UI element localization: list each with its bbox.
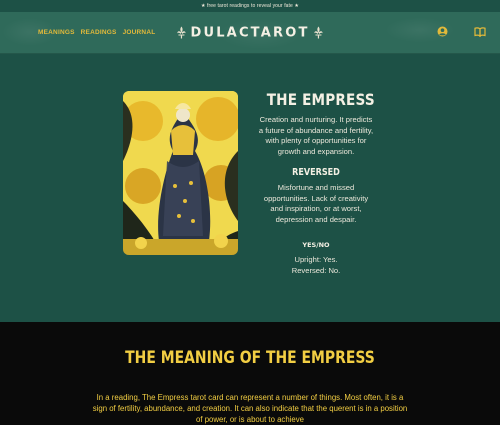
yes-no-heading: YES/NO	[302, 241, 330, 249]
reversed-description: Misfortune and missed opportunities. Lac…	[263, 183, 369, 224]
nav-links: MEANINGS READINGS JOURNAL	[38, 29, 155, 36]
promo-banner: ★ free tarot readings to reveal your fat…	[0, 0, 500, 12]
nav-icons	[437, 24, 486, 42]
top-navigation: MEANINGS READINGS JOURNAL DULACTAROT	[0, 12, 500, 54]
upright-description: Creation and nurturing. It predicts a fu…	[258, 115, 374, 156]
brand-name: DULACTAROT	[190, 25, 310, 40]
card-info: THE EMPRESS Creation and nurturing. It p…	[258, 90, 375, 276]
upright-answer: Upright: Yes.	[294, 255, 338, 264]
fleur-de-lis-icon	[314, 26, 323, 39]
account-icon[interactable]	[437, 24, 448, 42]
nav-link-readings[interactable]: READINGS	[81, 29, 117, 36]
reversed-heading: REVERSED	[292, 167, 340, 178]
meaning-text: In a reading, The Empress tarot card can…	[92, 393, 408, 424]
card-section: THE EMPRESS Creation and nurturing. It p…	[0, 54, 500, 334]
meaning-title: THE MEANING OF THE EMPRESS	[125, 348, 375, 368]
tarot-card-image	[123, 91, 238, 255]
book-icon[interactable]	[474, 24, 486, 42]
nav-link-journal[interactable]: JOURNAL	[123, 29, 156, 36]
meaning-section: THE MEANING OF THE EMPRESS In a reading,…	[0, 322, 500, 425]
reversed-answer: Reversed: No.	[291, 265, 341, 275]
fleur-de-lis-icon	[177, 26, 186, 39]
nav-link-meanings[interactable]: MEANINGS	[38, 29, 75, 36]
brand-logo[interactable]: DULACTAROT	[176, 25, 323, 40]
card-title: THE EMPRESS	[266, 90, 375, 109]
